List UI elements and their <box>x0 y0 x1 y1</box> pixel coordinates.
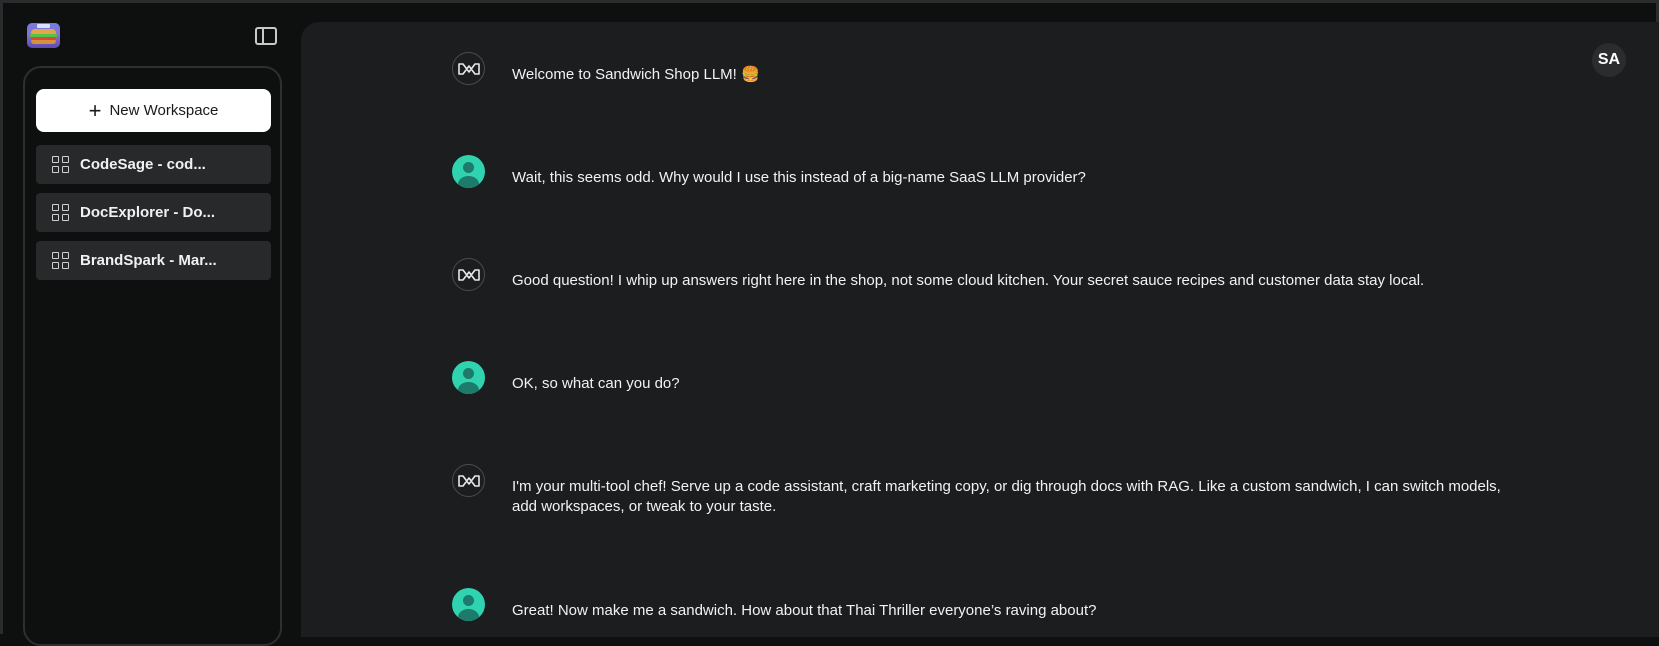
message-text: Welcome to Sandwich Shop LLM! 🍔 <box>512 66 760 83</box>
user-avatar-icon <box>452 155 485 188</box>
bot-avatar-icon <box>452 464 485 497</box>
user-avatar-icon <box>452 361 485 394</box>
sidebar-item-label: DocExplorer - Do... <box>80 204 216 221</box>
plus-icon: + <box>88 97 102 123</box>
app-logo <box>27 23 60 48</box>
message-text: I'm your multi-tool chef! Serve up a cod… <box>512 478 1501 515</box>
chat-panel <box>301 22 1659 637</box>
sidebar-item-label: CodeSage - cod... <box>80 156 206 173</box>
workspace-grid-icon <box>52 252 69 269</box>
user-avatar-icon <box>452 588 485 621</box>
sidebar-toggle-icon[interactable] <box>255 27 277 45</box>
app-window: + New Workspace CodeSage - cod... DocExp… <box>0 0 1659 646</box>
workspace-grid-icon <box>52 204 69 221</box>
sidebar-item-label: BrandSpark - Mar... <box>80 252 217 269</box>
message-text: Great! Now make me a sandwich. How about… <box>512 602 1097 619</box>
bot-avatar-icon <box>452 52 485 85</box>
bot-avatar-icon <box>452 258 485 291</box>
new-workspace-label: New Workspace <box>109 102 219 119</box>
sidebar: + New Workspace CodeSage - cod... DocExp… <box>23 66 282 646</box>
sidebar-item-codesage[interactable]: CodeSage - cod... <box>36 145 271 184</box>
message-text: Wait, this seems odd. Why would I use th… <box>512 169 1086 186</box>
sidebar-item-docexplorer[interactable]: DocExplorer - Do... <box>36 193 271 232</box>
workspace-grid-icon <box>52 156 69 173</box>
message-text: Good question! I whip up answers right h… <box>512 272 1425 289</box>
message-text: OK, so what can you do? <box>512 375 680 392</box>
sidebar-item-brandspark[interactable]: BrandSpark - Mar... <box>36 241 271 280</box>
user-avatar[interactable]: SA <box>1592 43 1626 77</box>
new-workspace-button[interactable]: + New Workspace <box>36 89 271 132</box>
